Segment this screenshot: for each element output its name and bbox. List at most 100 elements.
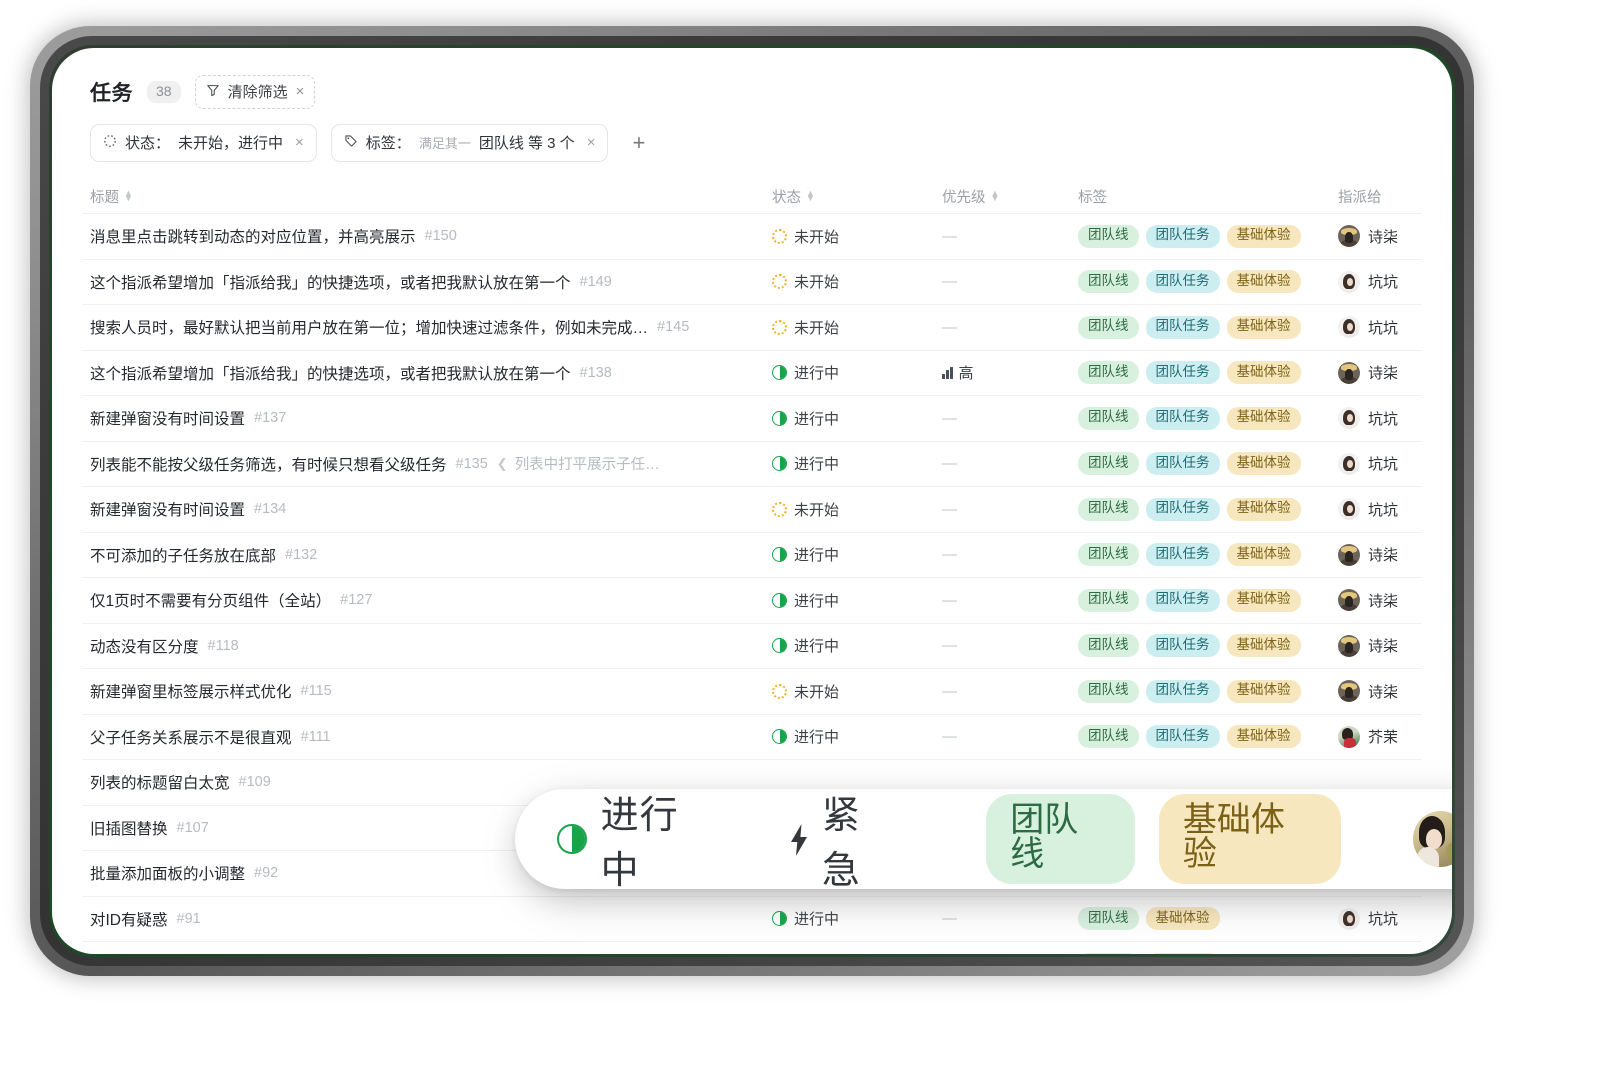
table-row[interactable]: 这个指派希望增加「指派给我」的快捷选项，或者把我默认放在第一个#149未开始—团… — [82, 260, 1422, 306]
cell-tags[interactable]: 团队线团队任务基础体验 — [1078, 543, 1338, 566]
cell-assignee[interactable]: 坑坑 — [1338, 271, 1414, 293]
tag-chip[interactable]: 基础体验 — [1227, 316, 1301, 339]
tag-chip[interactable]: 团队线 — [1078, 498, 1139, 521]
tag-chip[interactable]: 团队任务 — [1146, 316, 1220, 339]
tag-chip[interactable]: 团队线 — [1078, 361, 1139, 384]
cell-tags[interactable]: 团队线团队任务基础体验 — [1078, 316, 1338, 339]
tag-chip[interactable]: 团队任务 — [1146, 361, 1220, 384]
cell-priority[interactable]: — — [942, 683, 1078, 700]
column-header-status[interactable]: 状态 ▲▼ — [772, 186, 815, 207]
cell-status[interactable]: 未开始 — [772, 317, 942, 338]
table-row[interactable]: 新建弹窗里标签展示样式优化#115未开始—团队线团队任务基础体验诗柒 — [82, 669, 1422, 715]
cell-priority[interactable]: — — [942, 592, 1078, 609]
cell-priority[interactable]: — — [942, 410, 1078, 427]
table-row[interactable]: 消息里点击跳转到动态的对应位置，并高亮展示#150未开始—团队线团队任务基础体验… — [82, 214, 1422, 260]
cell-tags[interactable]: 团队线团队任务基础体验 — [1078, 407, 1338, 430]
close-icon[interactable]: × — [296, 83, 305, 100]
tag-chip[interactable]: 团队线 — [1078, 907, 1139, 930]
tag-chip[interactable]: 团队线 — [1078, 452, 1139, 475]
tag-chip[interactable]: 团队线 — [1078, 316, 1139, 339]
cell-assignee[interactable]: 诗柒 — [1338, 544, 1414, 566]
tag-chip[interactable]: 团队任务 — [1146, 270, 1220, 293]
tag-chip[interactable]: 基础体验 — [1146, 907, 1220, 930]
tag-chip[interactable]: 团队线 — [1078, 589, 1139, 612]
overlay-assignee[interactable]: 芥茉 — [1413, 784, 1452, 894]
cell-status[interactable]: 进行中 — [772, 726, 942, 747]
tag-chip[interactable]: 团队任务 — [1146, 452, 1220, 475]
tag-chip[interactable]: 基础体验 — [1146, 953, 1220, 954]
cell-assignee[interactable]: 坑坑 — [1338, 453, 1414, 475]
cell-tags[interactable]: 团队线团队任务基础体验 — [1078, 634, 1338, 657]
table-row[interactable]: 动态没有区分度#118进行中—团队线团队任务基础体验诗柒 — [82, 624, 1422, 670]
cell-assignee[interactable]: 坑坑 — [1338, 407, 1414, 429]
cell-assignee[interactable]: 诗柒 — [1338, 225, 1414, 247]
filter-chip-status[interactable]: 状态： 未开始，进行中 × — [90, 124, 317, 162]
tag-chip[interactable]: 团队任务 — [1146, 680, 1220, 703]
tag-chip[interactable]: 团队线 — [1078, 680, 1139, 703]
cell-status[interactable]: 进行中 — [772, 635, 942, 656]
column-header-priority[interactable]: 优先级 ▲▼ — [942, 186, 999, 207]
tag-chip[interactable]: 基础体验 — [1227, 634, 1301, 657]
tag-chip[interactable]: 团队任务 — [1146, 589, 1220, 612]
cell-title[interactable]: 这个指派希望增加「指派给我」的快捷选项，或者把我默认放在第一个#149 — [90, 271, 772, 293]
tag-chip[interactable]: 基础体验 — [1227, 725, 1301, 748]
cell-priority[interactable]: — — [942, 501, 1078, 518]
table-row[interactable]: 新建弹窗没有时间设置#134未开始—团队线团队任务基础体验坑坑 — [82, 487, 1422, 533]
cell-priority[interactable]: 高 — [942, 362, 1078, 383]
tag-chip[interactable]: 团队线 — [1078, 634, 1139, 657]
tag-chip[interactable]: 基础体验 — [1227, 498, 1301, 521]
tag-chip[interactable]: 基础体验 — [1227, 270, 1301, 293]
tag-chip[interactable]: 团队任务 — [1146, 407, 1220, 430]
cell-priority[interactable]: — — [942, 910, 1078, 927]
cell-priority[interactable]: — — [942, 228, 1078, 245]
tag-chip[interactable]: 团队任务 — [1146, 634, 1220, 657]
add-filter-button[interactable]: + — [622, 132, 655, 154]
clear-filter-button[interactable]: 清除筛选 × — [195, 75, 316, 109]
tag-chip[interactable]: 团队线 — [1078, 543, 1139, 566]
cell-priority[interactable]: — — [942, 546, 1078, 563]
cell-assignee[interactable]: 坑坑 — [1338, 316, 1414, 338]
tag-chip[interactable]: 团队线 — [1078, 270, 1139, 293]
overlay-tag-basic-experience[interactable]: 基础体验 — [1159, 794, 1341, 884]
tag-chip[interactable]: 基础体验 — [1227, 452, 1301, 475]
overlay-status[interactable]: 进行中 — [557, 784, 716, 894]
cell-status[interactable]: 未开始 — [772, 226, 942, 247]
table-row[interactable]: 搜索人员时，最好默认把当前用户放在第一位；增加快速过滤条件，例如未完成…#145… — [82, 305, 1422, 351]
cell-tags[interactable]: 团队线团队任务基础体验 — [1078, 361, 1338, 384]
cell-tags[interactable]: 团队线基础体验 — [1078, 953, 1338, 954]
tag-chip[interactable]: 团队线 — [1078, 407, 1139, 430]
cell-tags[interactable]: 团队线团队任务基础体验 — [1078, 725, 1338, 748]
cell-assignee[interactable]: 诗柒 — [1338, 680, 1414, 702]
tag-chip[interactable]: 团队任务 — [1146, 498, 1220, 521]
cell-title[interactable]: 父子任务关系展示不是很直观#111 — [90, 726, 772, 748]
cell-assignee[interactable]: 诗柒 — [1338, 589, 1414, 611]
cell-title[interactable]: 动态没有区分度#118 — [90, 635, 772, 657]
close-icon[interactable]: × — [295, 134, 304, 151]
table-row[interactable]: 列表能不能按父级任务筛选，有时候只想看父级任务#135❮列表中打平展示子任…进行… — [82, 442, 1422, 488]
overlay-priority[interactable]: 紧急 — [788, 784, 898, 894]
table-row[interactable]: 这个指派希望增加「指派给我」的快捷选项，或者把我默认放在第一个#138进行中高团… — [82, 351, 1422, 397]
filter-chip-tags[interactable]: 标签： 满足其一 团队线 等 3 个 × — [331, 124, 609, 162]
cell-priority[interactable]: — — [942, 637, 1078, 654]
cell-priority[interactable]: — — [942, 455, 1078, 472]
table-row[interactable]: 对ID有疑惑#91进行中—团队线基础体验坑坑 — [82, 897, 1422, 943]
cell-status[interactable]: 进行中 — [772, 590, 942, 611]
table-row[interactable]: 不可添加的子任务放在底部#132进行中—团队线团队任务基础体验诗柒 — [82, 533, 1422, 579]
overlay-tag-team-line[interactable]: 团队线 — [986, 794, 1135, 884]
cell-tags[interactable]: 团队线团队任务基础体验 — [1078, 680, 1338, 703]
cell-title[interactable]: 对ID有疑惑#91 — [90, 908, 772, 930]
tag-chip[interactable]: 基础体验 — [1227, 225, 1301, 248]
tag-chip[interactable]: 团队任务 — [1146, 225, 1220, 248]
cell-assignee[interactable]: 芥茉 — [1338, 726, 1414, 748]
tag-chip[interactable]: 基础体验 — [1227, 407, 1301, 430]
cell-status[interactable]: 进行中 — [772, 908, 942, 929]
cell-status[interactable]: 进行中 — [772, 453, 942, 474]
tag-chip[interactable]: 基础体验 — [1227, 361, 1301, 384]
cell-priority[interactable]: — — [942, 273, 1078, 290]
cell-tags[interactable]: 团队线团队任务基础体验 — [1078, 589, 1338, 612]
cell-title[interactable]: 新建弹窗里标签展示样式优化#115 — [90, 680, 772, 702]
cell-priority[interactable]: — — [942, 319, 1078, 336]
cell-title[interactable]: 这个指派希望增加「指派给我」的快捷选项，或者把我默认放在第一个#138 — [90, 362, 772, 384]
table-row[interactable]: 新建弹窗没有时间设置#137进行中—团队线团队任务基础体验坑坑 — [82, 396, 1422, 442]
close-icon[interactable]: × — [587, 134, 596, 151]
